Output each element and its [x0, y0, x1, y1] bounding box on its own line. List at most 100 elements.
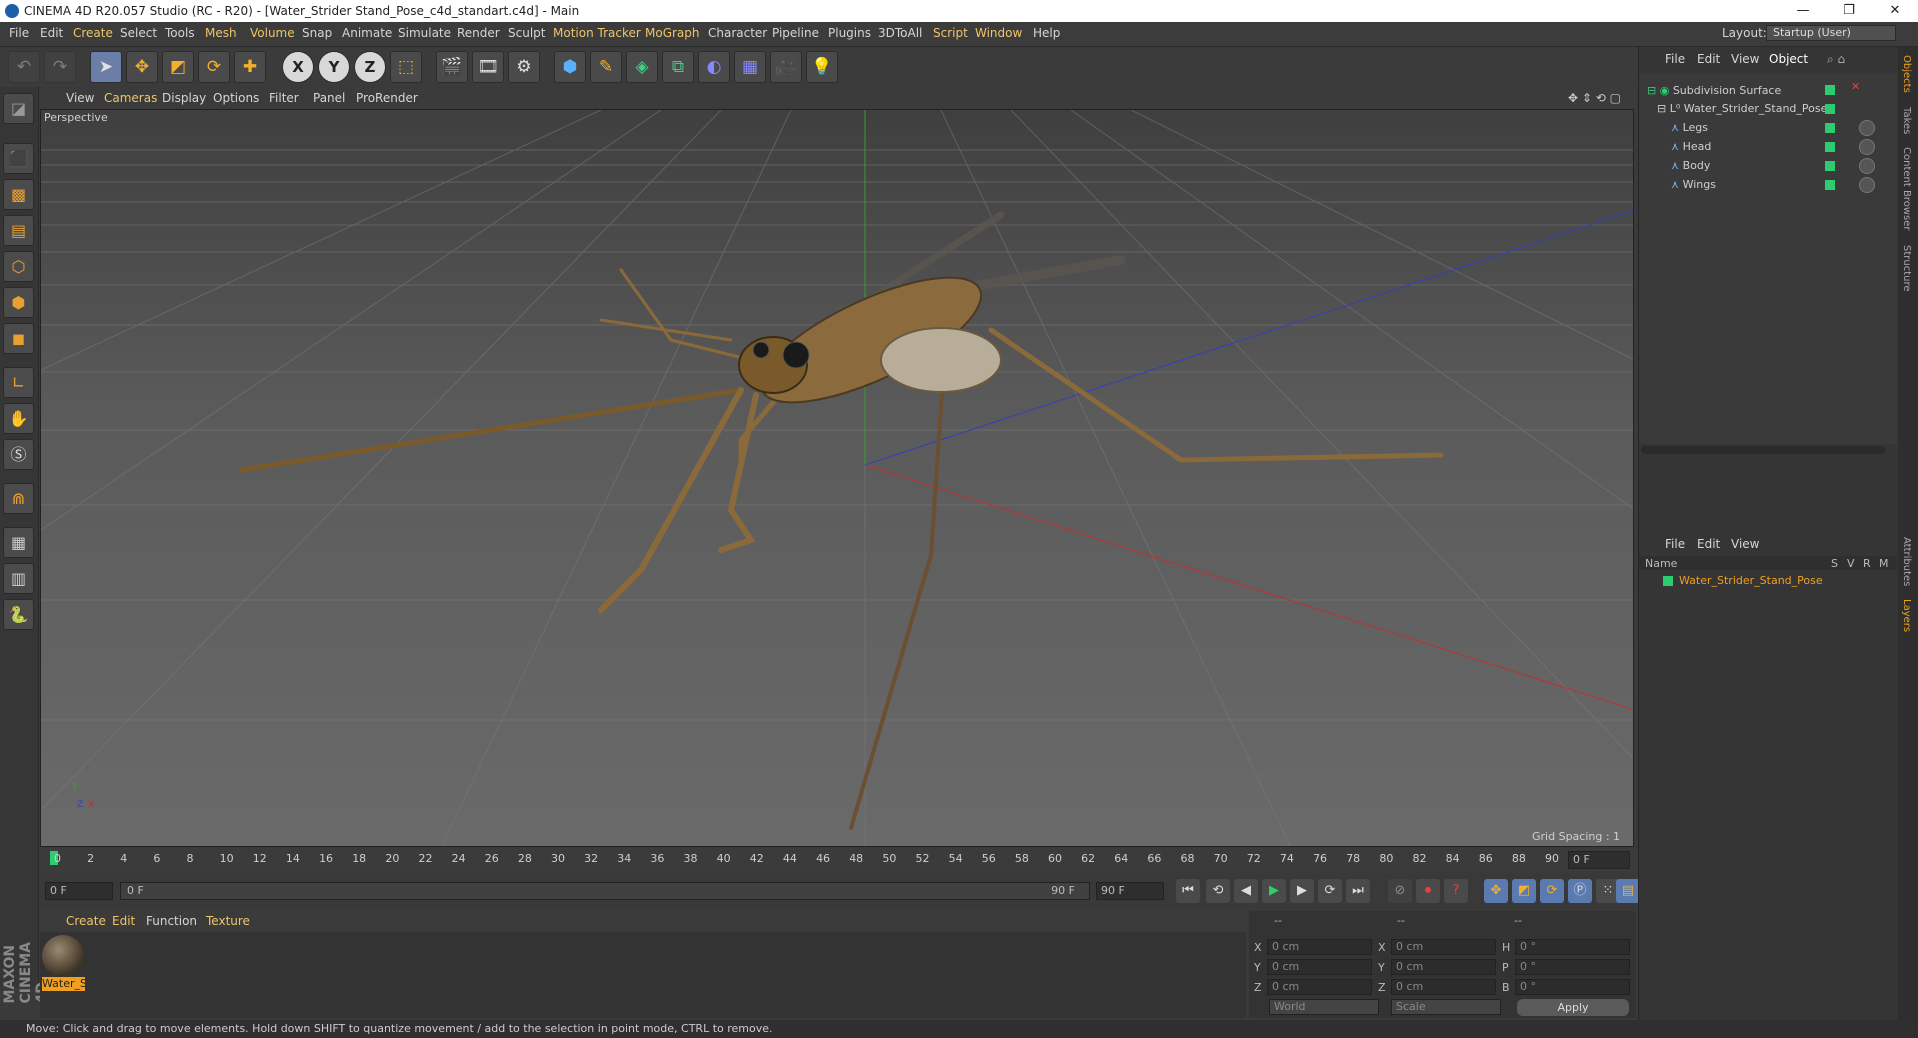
rot-b-field[interactable]: 0 ° — [1515, 979, 1630, 995]
object-row-root[interactable]: ⊟ L⁰ Water_Strider_Stand_Pose — [1657, 99, 1827, 118]
render-picture-viewer-icon[interactable]: 🎞 — [472, 51, 504, 83]
z-axis-lock-icon[interactable]: Z — [354, 51, 386, 83]
side-tab-structure[interactable]: Structure — [1901, 245, 1912, 292]
menu-sculpt[interactable]: Sculpt — [508, 26, 545, 40]
go-to-end-icon[interactable]: ⏭ — [1346, 879, 1370, 903]
menu-plugins[interactable]: Plugins — [828, 26, 871, 40]
go-to-start-icon[interactable]: ⏮ — [1176, 879, 1200, 903]
nurbs-generator-icon[interactable]: ◈ — [626, 51, 658, 83]
3d-viewport[interactable]: Perspective Grid Spacing : 1 cm Y Z X — [40, 109, 1634, 847]
material-name[interactable]: Water_S — [42, 977, 85, 991]
previous-frame-icon[interactable]: ◀ — [1234, 879, 1258, 903]
menu-3dtoall[interactable]: 3DToAll — [878, 26, 922, 40]
om-menu-edit[interactable]: Edit — [1697, 52, 1720, 66]
water-strider-model[interactable] — [238, 211, 1444, 830]
lm-menu-file[interactable]: File — [1665, 537, 1685, 551]
side-tab-objects[interactable]: Objects — [1901, 55, 1912, 93]
key-position-icon[interactable]: ✥ — [1484, 879, 1508, 903]
layer-color-swatch[interactable] — [1825, 180, 1835, 190]
mat-menu-edit[interactable]: Edit — [112, 914, 135, 928]
coord-system-select[interactable]: World — [1269, 999, 1379, 1015]
current-frame-field[interactable]: 0 F — [45, 882, 113, 900]
side-tab-takes[interactable]: Takes — [1901, 107, 1912, 134]
mat-menu-texture[interactable]: Texture — [206, 914, 250, 928]
axis-mode-icon[interactable]: ∟ — [3, 367, 34, 398]
workplane-mode-icon[interactable]: ▤ — [3, 215, 34, 246]
menu-select[interactable]: Select — [120, 26, 157, 40]
camera-object-icon[interactable]: 🎥 — [770, 51, 802, 83]
pos-y-field[interactable]: 0 cm — [1267, 959, 1372, 975]
layer-color-swatch[interactable] — [1825, 104, 1835, 114]
material-preview[interactable] — [42, 935, 84, 977]
om-search-icon[interactable]: ⌕ ⌂ — [1827, 52, 1845, 67]
lm-menu-edit[interactable]: Edit — [1697, 537, 1720, 551]
material-tag-icon[interactable] — [1859, 120, 1875, 136]
vp-menu-options[interactable]: Options — [213, 91, 259, 105]
menu-mograph[interactable]: MoGraph — [645, 26, 700, 40]
y-axis-lock-icon[interactable]: Y — [318, 51, 350, 83]
layer-color-swatch[interactable] — [1825, 161, 1835, 171]
vp-menu-prorender[interactable]: ProRender — [356, 91, 418, 105]
polygons-mode-icon[interactable]: ◼ — [3, 323, 34, 354]
menu-volume[interactable]: Volume — [250, 26, 295, 40]
key-scale-icon[interactable]: ◩ — [1512, 879, 1536, 903]
undo-icon[interactable]: ↶ — [8, 51, 40, 83]
menu-script[interactable]: Script — [933, 26, 968, 40]
material-tag-icon[interactable] — [1859, 139, 1875, 155]
restore-button[interactable]: ❐ — [1826, 0, 1872, 22]
viewport-nav-icons[interactable]: ✥ ⇕ ⟲ ▢ — [1568, 91, 1621, 105]
object-row-head[interactable]: ⋏ Head — [1671, 137, 1711, 156]
om-menu-file[interactable]: File — [1665, 52, 1685, 66]
material-tag-icon[interactable] — [1859, 158, 1875, 174]
layout-select[interactable]: Startup (User) — [1766, 25, 1896, 41]
side-tab-content-browser[interactable]: Content Browser — [1901, 147, 1912, 230]
side-tab-attributes[interactable]: Attributes — [1901, 537, 1912, 586]
rotate-tool-icon[interactable]: ⟳ — [198, 51, 230, 83]
vp-menu-view[interactable]: View — [66, 91, 94, 105]
object-row-wings[interactable]: ⋏ Wings — [1671, 175, 1716, 194]
x-axis-lock-icon[interactable]: X — [282, 51, 314, 83]
menu-render[interactable]: Render — [457, 26, 500, 40]
timeline-window-icon[interactable]: ▤ — [1616, 879, 1640, 903]
redo-icon[interactable]: ↷ — [44, 51, 76, 83]
key-selection-icon[interactable]: ? — [1444, 879, 1468, 903]
menu-create[interactable]: Create — [73, 26, 113, 40]
key-parameter-icon[interactable]: Ⓟ — [1568, 879, 1592, 903]
object-manager-scrollbar[interactable] — [1641, 446, 1885, 454]
minimize-button[interactable]: — — [1780, 0, 1826, 22]
om-menu-view[interactable]: View — [1731, 52, 1759, 66]
scale-tool-icon[interactable]: ◩ — [162, 51, 194, 83]
mat-menu-create[interactable]: Create — [66, 914, 106, 928]
menu-simulate[interactable]: Simulate — [398, 26, 451, 40]
size-y-field[interactable]: 0 cm — [1391, 959, 1496, 975]
apply-button[interactable]: Apply — [1517, 999, 1629, 1016]
layer-color-swatch[interactable] — [1825, 123, 1835, 133]
texture-mode-icon[interactable]: ▩ — [3, 179, 34, 210]
next-key-icon[interactable]: ⟳ — [1318, 879, 1342, 903]
render-settings-icon[interactable]: ⚙ — [508, 51, 540, 83]
disable-generator-icon[interactable]: ✕ — [1851, 80, 1860, 93]
menu-pipeline[interactable]: Pipeline — [772, 26, 819, 40]
lm-menu-view[interactable]: View — [1731, 537, 1759, 551]
solo-mode-icon[interactable]: Ⓢ — [3, 439, 34, 470]
menu-mesh[interactable]: Mesh — [205, 26, 237, 40]
next-frame-icon[interactable]: ▶ — [1290, 879, 1314, 903]
vp-menu-panel[interactable]: Panel — [313, 91, 345, 105]
menu-motion-tracker[interactable]: Motion Tracker — [553, 26, 641, 40]
workplane-planar-icon[interactable]: ▥ — [3, 563, 34, 594]
timeline-ruler[interactable]: 0 2 4 6 8 10 12 14 16 18 20 22 24 26 28 30 32 34 36 38 40 42 4… — [40, 848, 1636, 872]
menu-animate[interactable]: Animate — [342, 26, 392, 40]
end-frame-field[interactable]: 90 F — [1096, 882, 1164, 900]
vp-menu-cameras[interactable]: Cameras — [104, 91, 157, 105]
light-object-icon[interactable]: 💡 — [806, 51, 838, 83]
floor-object-icon[interactable]: ▦ — [734, 51, 766, 83]
autokey-icon[interactable]: ⏺ — [1416, 879, 1440, 903]
menu-window[interactable]: Window — [975, 26, 1022, 40]
material-tag-icon[interactable] — [1859, 177, 1875, 193]
workplane-lock-icon[interactable]: ▦ — [3, 527, 34, 558]
frame-range-slider[interactable]: 0 F 90 F — [120, 882, 1090, 900]
move-tool-icon[interactable]: ✥ — [126, 51, 158, 83]
vp-menu-display[interactable]: Display — [162, 91, 206, 105]
layer-color-swatch[interactable] — [1663, 576, 1673, 586]
array-generator-icon[interactable]: ⧉ — [662, 51, 694, 83]
